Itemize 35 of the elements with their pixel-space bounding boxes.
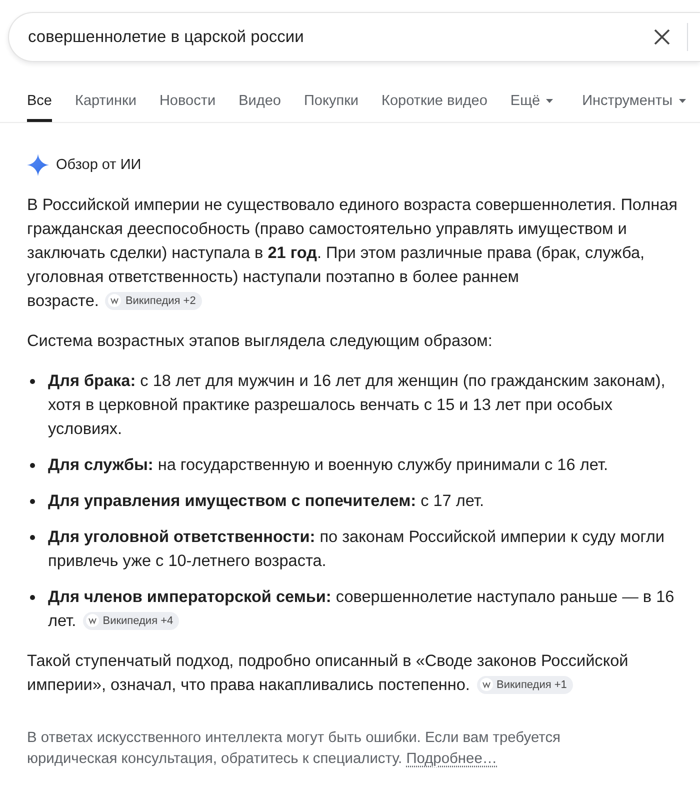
source-chip[interactable]: Википедия +1 [476, 676, 573, 694]
paragraph: Система возрастных этапов выглядела следующим образом: [27, 331, 494, 352]
source-chip[interactable]: Википедия +4 [82, 612, 180, 630]
w-logo-icon [108, 294, 122, 308]
list-item: Для службы: на государственную и военную службу принимали с 16 лет. [48, 455, 610, 476]
list-item: Для управления имуществом с попечителем: с 17 лет. [48, 491, 486, 512]
caret-icon [678, 99, 686, 103]
tab[interactable]: Видео [238, 80, 281, 122]
bullet-icon [30, 535, 35, 540]
section-title: Обзор от ИИ [56, 156, 142, 175]
bullet-icon [30, 463, 35, 468]
list-item: Для членов императорской семьи: совершеннолетие наступало раньше — в 16 лет. Википедия +4 [48, 587, 676, 632]
list-item: Для уголовной ответственности: по законам Российской империи к суду могли привлечь уже с 10-летнего возраста. [48, 527, 666, 572]
learn-more-link[interactable]: Подробнее… [406, 751, 498, 767]
w-logo-icon [480, 678, 492, 692]
sparkle-icon [27, 154, 49, 176]
tab[interactable]: Короткие видео [382, 80, 488, 122]
tab[interactable]: Картинки [75, 80, 136, 122]
close-icon [654, 29, 670, 45]
tab[interactable]: Инструменты [582, 80, 686, 122]
tab[interactable]: Ещё [510, 80, 554, 122]
tab[interactable]: Все [27, 80, 52, 122]
bullet-icon [30, 595, 35, 600]
paragraph: В Российской империи не существовало единого возраста совершеннолетия. Полная гражданская дееспособность (право самостоятельно управлять имуществом и заключать сделки) наступала в 21 год. При этом различные права (брак, служба, уголовная ответственность) наступали поэтапно в более раннем возрасте. Википедия +2 [27, 195, 678, 312]
search-field[interactable]: совершеннолетие в царской россии [8, 12, 700, 62]
disclaimer-text: В ответах искусственного интеллекта могут быть ошибки. Если вам требуется юридическая консультация, обратитесь к специалисту. Подробнее… [27, 729, 562, 769]
caret-icon [546, 99, 554, 103]
tab[interactable]: Новости [159, 80, 216, 122]
list-item: Для брака: с 18 лет для мужчин и 16 лет для женщин (по гражданским законам), хотя в церковной практике разрешалось венчать с 15 и 13 лет при особых условиях. [48, 371, 666, 440]
bullet-icon [30, 379, 35, 384]
paragraph: Такой ступенчатый подход, подробно описанный в «Своде законов Российской империи», означал, что права накапливались постепенно. Википедия +1 [27, 651, 630, 696]
tab[interactable]: Покупки [304, 80, 359, 122]
bullet-icon [30, 499, 35, 504]
w-logo-icon [86, 614, 99, 628]
source-chip[interactable]: Википедия +2 [105, 292, 202, 310]
